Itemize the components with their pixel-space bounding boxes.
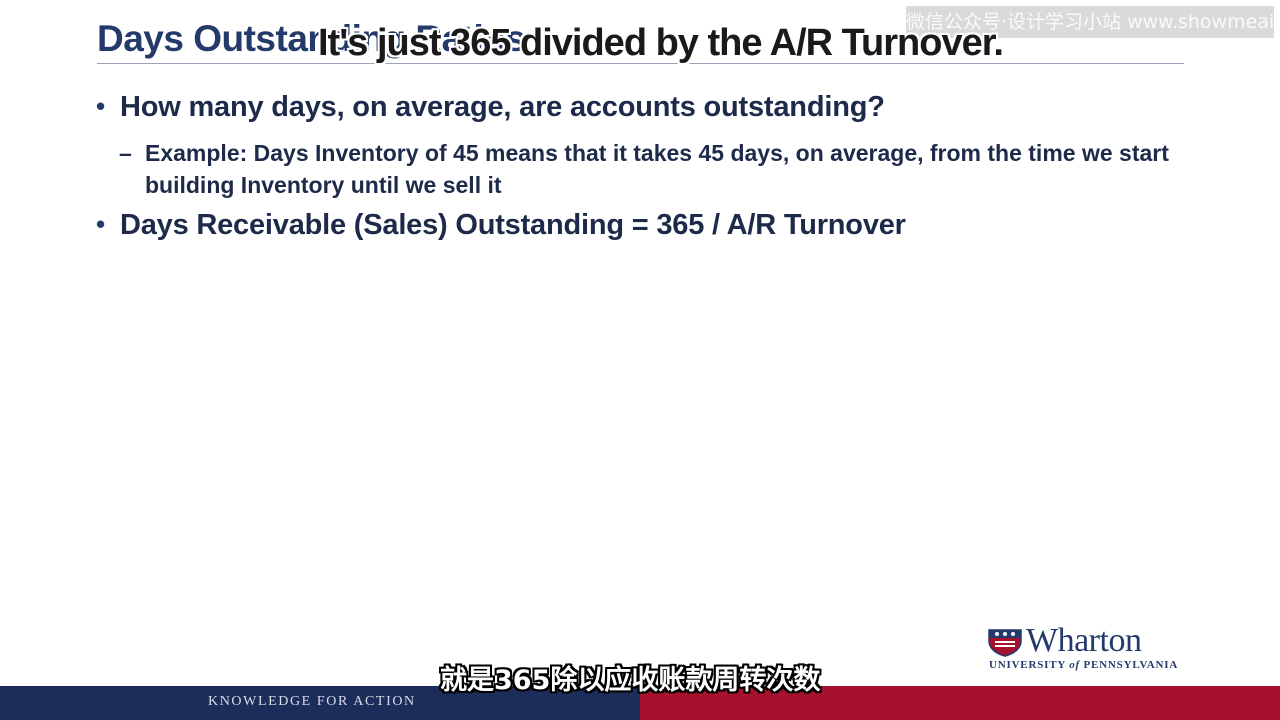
logo-wordmark: Wharton <box>1026 622 1142 659</box>
bullet-glyph: • <box>96 209 105 239</box>
dash-glyph: – <box>119 140 132 166</box>
bullet-text: Days Receivable (Sales) Outstanding = 36… <box>120 209 906 241</box>
bullet-item-2: • Days Receivable (Sales) Outstanding = … <box>96 209 906 242</box>
sub-bullet-item-1: – Example: Days Inventory of 45 means th… <box>119 137 1175 201</box>
slide: Days Outstanding Ratios 微信公众号·设计学习小站 www… <box>0 0 1280 720</box>
wharton-logo: Wharton UNIVERSITY of PENNSYLVANIA <box>988 622 1194 674</box>
bullet-text: How many days, on average, are accounts … <box>120 91 885 123</box>
footer-tagline: KNOWLEDGE FOR ACTION <box>208 694 416 709</box>
chinese-subtitle: 就是365除以应收账款周转次数 <box>440 665 821 696</box>
sub-bullet-text: Example: Days Inventory of 45 means that… <box>145 140 1169 198</box>
bullet-glyph: • <box>96 91 105 121</box>
english-subtitle: It's just 365 divided by the A/R Turnove… <box>318 22 1004 64</box>
logo-subtitle: UNIVERSITY of PENNSYLVANIA <box>989 659 1179 671</box>
bullet-item-1: • How many days, on average, are account… <box>96 91 885 124</box>
penn-shield-icon <box>988 629 1022 657</box>
